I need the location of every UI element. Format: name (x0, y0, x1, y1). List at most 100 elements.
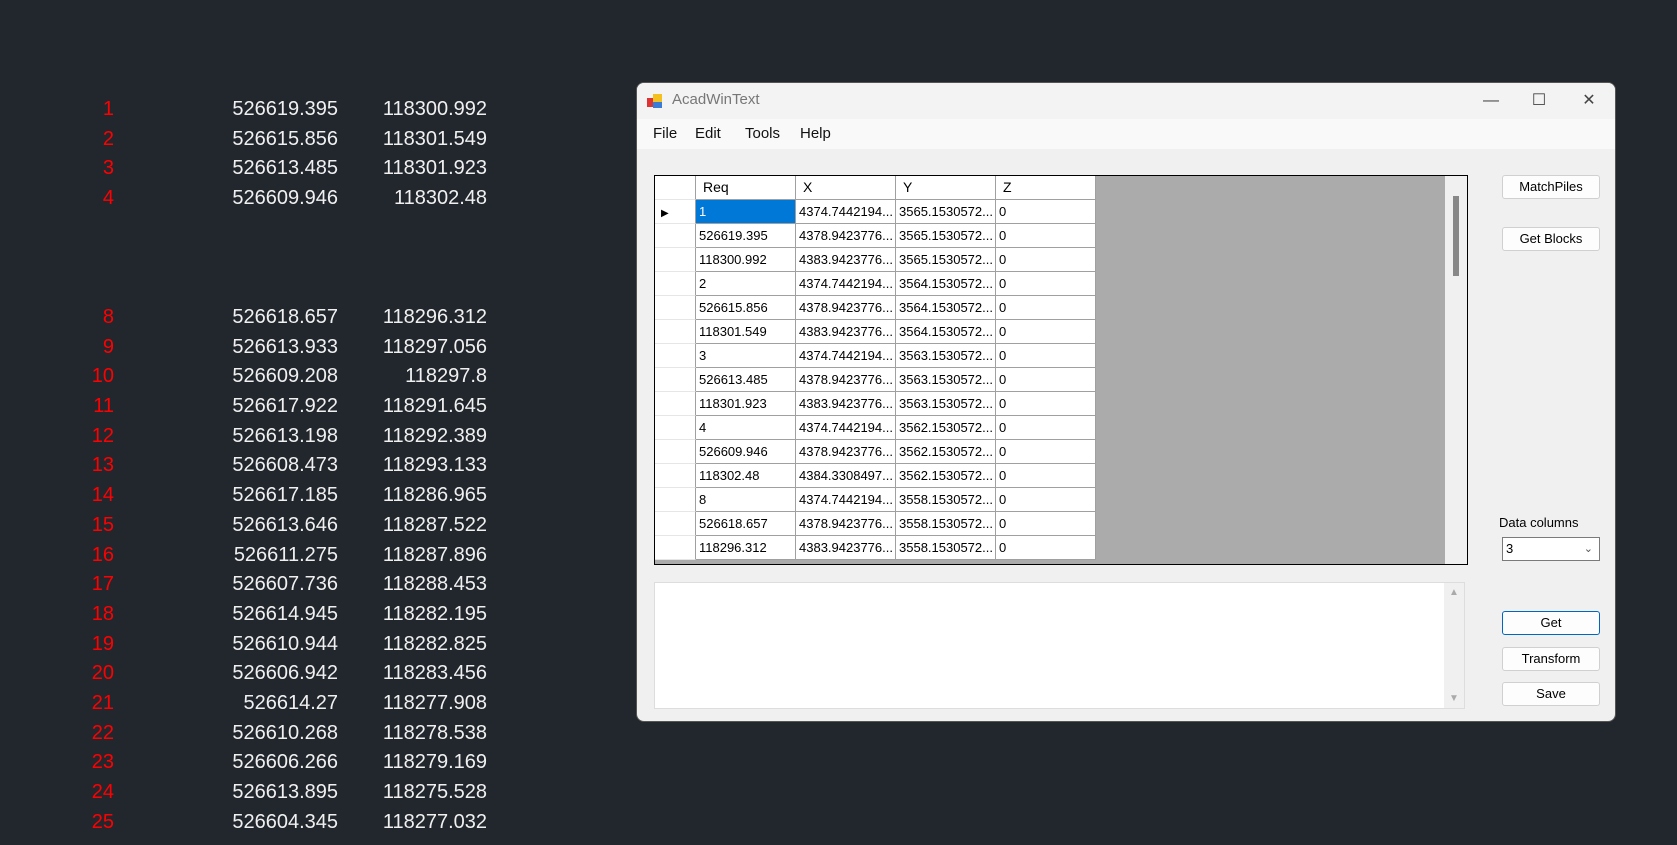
grid-cell[interactable]: 3564.1530572... (896, 320, 996, 344)
grid-cell[interactable]: 526615.856 (696, 296, 796, 320)
grid-cell[interactable]: 4378.9423776... (796, 512, 896, 536)
row-header[interactable] (655, 464, 696, 488)
grid-cell[interactable]: 0 (996, 248, 1096, 272)
grid-cell[interactable]: 3564.1530572... (896, 272, 996, 296)
grid-cell[interactable]: 4383.9423776... (796, 536, 896, 560)
row-header[interactable] (655, 248, 696, 272)
grid-cell[interactable]: 526618.657 (696, 512, 796, 536)
grid-cell[interactable]: 4378.9423776... (796, 440, 896, 464)
get-button[interactable]: Get (1502, 611, 1600, 635)
output-textarea[interactable]: ▲ ▼ (654, 582, 1465, 709)
grid-cell[interactable]: 0 (996, 296, 1096, 320)
grid-cell[interactable]: 0 (996, 320, 1096, 344)
grid-cell[interactable]: 118296.312 (696, 536, 796, 560)
scroll-up-arrow-icon[interactable]: ▲ (1444, 587, 1464, 598)
row-header[interactable] (655, 368, 696, 392)
grid-cell[interactable]: 4383.9423776... (796, 392, 896, 416)
row-header[interactable] (655, 272, 696, 296)
grid-cell[interactable]: 3562.1530572... (896, 416, 996, 440)
grid-cell[interactable]: 3558.1530572... (896, 488, 996, 512)
row-header[interactable]: ▶ (655, 200, 696, 224)
title-bar[interactable]: AcadWinText — ☐ ✕ (637, 83, 1615, 119)
grid-cell[interactable]: 0 (996, 200, 1096, 224)
column-header-x[interactable]: X (796, 176, 896, 200)
grid-vertical-scrollbar[interactable] (1445, 176, 1467, 564)
transform-button[interactable]: Transform (1502, 647, 1600, 671)
grid-cell[interactable]: 0 (996, 416, 1096, 440)
grid-cell[interactable]: 4 (696, 416, 796, 440)
column-header-y[interactable]: Y (896, 176, 996, 200)
grid-cell[interactable]: 4374.7442194... (796, 488, 896, 512)
grid-cell[interactable]: 2 (696, 272, 796, 296)
grid-cell[interactable]: 4383.9423776... (796, 248, 896, 272)
grid-cell[interactable]: 0 (996, 488, 1096, 512)
scroll-down-arrow-icon[interactable]: ▼ (1444, 693, 1464, 704)
grid-cell[interactable]: 4374.7442194... (796, 416, 896, 440)
row-header[interactable] (655, 440, 696, 464)
get-blocks-button[interactable]: Get Blocks (1502, 227, 1600, 251)
menu-help[interactable]: Help (800, 125, 831, 142)
grid-cell[interactable]: 118301.923 (696, 392, 796, 416)
grid-cell[interactable]: 3 (696, 344, 796, 368)
row-header[interactable] (655, 416, 696, 440)
grid-cell[interactable]: 3563.1530572... (896, 392, 996, 416)
grid-cell[interactable]: 0 (996, 536, 1096, 560)
textarea-scrollbar[interactable]: ▲ ▼ (1444, 583, 1464, 708)
row-header[interactable] (655, 344, 696, 368)
grid-cell[interactable]: 3565.1530572... (896, 224, 996, 248)
grid-cell[interactable]: 4374.7442194... (796, 272, 896, 296)
data-grid[interactable]: Req X Y Z ▶ 1 4374.7442194... 3565.1530572... 0 5… (654, 175, 1468, 565)
grid-cell[interactable]: 4374.7442194... (796, 200, 896, 224)
grid-cell[interactable]: 4378.9423776... (796, 296, 896, 320)
row-header[interactable] (655, 536, 696, 560)
menu-tools[interactable]: Tools (745, 125, 780, 142)
grid-cell[interactable]: 3565.1530572... (896, 200, 996, 224)
grid-cell[interactable]: 4374.7442194... (796, 344, 896, 368)
grid-cell[interactable]: 4378.9423776... (796, 368, 896, 392)
menu-file[interactable]: File (653, 125, 677, 142)
grid-cell[interactable]: 3558.1530572... (896, 512, 996, 536)
grid-cell[interactable]: 0 (996, 368, 1096, 392)
grid-cell[interactable]: 0 (996, 344, 1096, 368)
grid-cell[interactable]: 0 (996, 512, 1096, 536)
column-header-z[interactable]: Z (996, 176, 1096, 200)
grid-cell[interactable]: 118301.549 (696, 320, 796, 344)
grid-cell[interactable]: 0 (996, 392, 1096, 416)
scrollbar-thumb[interactable] (1453, 196, 1459, 276)
grid-cell[interactable]: 118302.48 (696, 464, 796, 488)
row-header[interactable] (655, 320, 696, 344)
grid-cell[interactable]: 0 (996, 272, 1096, 296)
maximize-button[interactable]: ☐ (1515, 83, 1563, 119)
save-button[interactable]: Save (1502, 682, 1600, 706)
close-button[interactable]: ✕ (1565, 83, 1613, 119)
grid-cell[interactable]: 3563.1530572... (896, 344, 996, 368)
grid-cell[interactable]: 526609.946 (696, 440, 796, 464)
grid-cell[interactable]: 3564.1530572... (896, 296, 996, 320)
grid-cell[interactable]: 0 (996, 464, 1096, 488)
grid-cell[interactable]: 526619.395 (696, 224, 796, 248)
row-header[interactable] (655, 296, 696, 320)
grid-cell[interactable]: 3563.1530572... (896, 368, 996, 392)
row-header[interactable] (655, 392, 696, 416)
grid-cell[interactable]: 4378.9423776... (796, 224, 896, 248)
grid-cell[interactable]: 3565.1530572... (896, 248, 996, 272)
minimize-button[interactable]: — (1467, 83, 1515, 119)
grid-cell[interactable]: 3558.1530572... (896, 536, 996, 560)
data-columns-select[interactable]: 3 ⌄ (1502, 537, 1600, 561)
grid-cell[interactable]: 526613.485 (696, 368, 796, 392)
grid-cell[interactable]: 3562.1530572... (896, 464, 996, 488)
grid-cell[interactable]: 0 (996, 224, 1096, 248)
matchpiles-button[interactable]: MatchPiles (1502, 175, 1600, 199)
grid-cell[interactable]: 4384.3308497... (796, 464, 896, 488)
menu-edit[interactable]: Edit (695, 125, 721, 142)
grid-cell[interactable]: 118300.992 (696, 248, 796, 272)
grid-corner-header[interactable] (655, 176, 696, 200)
row-header[interactable] (655, 512, 696, 536)
column-header-req[interactable]: Req (696, 176, 796, 200)
row-header[interactable] (655, 488, 696, 512)
grid-cell[interactable]: 3562.1530572... (896, 440, 996, 464)
grid-cell[interactable]: 0 (996, 440, 1096, 464)
grid-cell[interactable]: 1 (696, 200, 796, 224)
grid-cell[interactable]: 4383.9423776... (796, 320, 896, 344)
row-header[interactable] (655, 224, 696, 248)
